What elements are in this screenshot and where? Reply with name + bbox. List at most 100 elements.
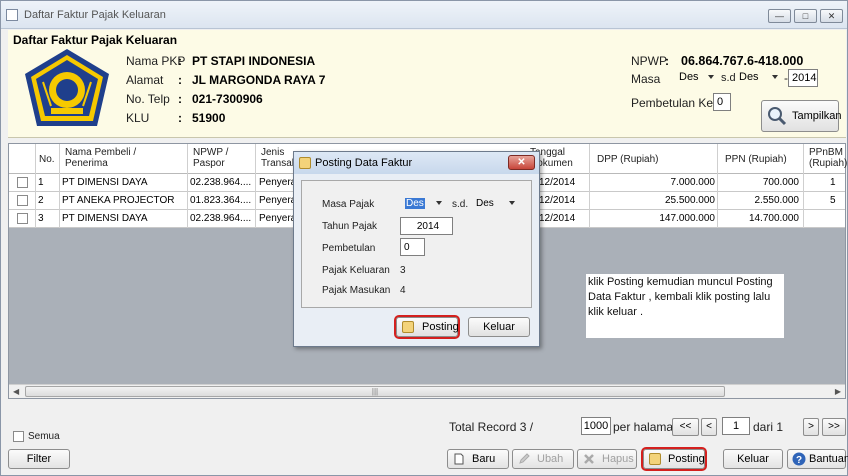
dialog-keluar-button[interactable]: Keluar: [468, 317, 530, 337]
posting-dialog: Posting Data Faktur ✕ Masa Pajak Des s.d…: [293, 151, 540, 347]
help-icon: ?: [792, 452, 806, 466]
pajak-keluaran-value: 3: [400, 265, 406, 276]
title-bar: Daftar Faktur Pajak Keluaran — □ ✕: [1, 1, 847, 29]
dialog-titlebar: Posting Data Faktur ✕: [294, 152, 539, 174]
ubah-label: Ubah: [537, 453, 564, 465]
tahun-pajak-input[interactable]: 2014: [400, 217, 453, 235]
cell-no: 1: [38, 177, 44, 188]
last-page-button[interactable]: >>: [822, 418, 846, 436]
npwp-colon: :: [665, 54, 669, 68]
col-ppn: PPN (Rupiah): [725, 154, 787, 165]
scroll-left-icon[interactable]: ◀: [13, 387, 19, 396]
tampilkan-button[interactable]: Tampilkan: [761, 100, 842, 132]
pembetulan-label: Pembetulan: [322, 243, 376, 254]
dialog-masa-from-value: Des: [405, 198, 425, 209]
first-page-button[interactable]: <<: [672, 418, 699, 436]
col-ppnbm: PPnBM (Rupiah): [809, 147, 848, 169]
npwp-label: NPWP: [631, 54, 667, 68]
chevron-down-icon: [708, 75, 714, 79]
delete-icon: [584, 454, 594, 464]
cell-tanggal: 12/2014: [539, 177, 576, 188]
telp-value: 021-7300906: [192, 92, 263, 106]
baru-label: Baru: [472, 453, 496, 465]
colon: :: [178, 111, 182, 125]
tampilkan-label: Tampilkan: [792, 110, 842, 122]
cell-tanggal: 12/2014: [539, 195, 576, 206]
window-title: Daftar Faktur Pajak Keluaran: [24, 9, 166, 21]
pembetulan-input[interactable]: 0: [713, 93, 731, 111]
column-divider: [255, 144, 256, 228]
dialog-close-button[interactable]: ✕: [508, 155, 535, 170]
dialog-posting-label: Posting: [422, 321, 459, 333]
col-npwp: NPWP / Paspor: [193, 147, 229, 169]
cell-ppn: 14.700.000: [748, 213, 799, 224]
instruction-note: klik Posting kemudian muncul Posting Dat…: [586, 274, 784, 338]
posting-button[interactable]: Posting: [641, 447, 707, 471]
cell-ppnbm: 1: [830, 177, 836, 188]
cell-dpp: 147.000.000: [659, 213, 715, 224]
close-button[interactable]: ✕: [820, 9, 843, 23]
prev-page-button[interactable]: <: [701, 418, 717, 436]
masa-sd: s.d: [721, 72, 736, 84]
pajak-keluaran-label: Pajak Keluaran: [322, 265, 390, 276]
dialog-title: Posting Data Faktur: [315, 157, 413, 169]
masa-pajak-label: Masa Pajak: [322, 199, 375, 210]
keluar-button[interactable]: Keluar: [723, 449, 783, 469]
dialog-posting-button[interactable]: Posting: [394, 315, 460, 339]
tahun-pajak-label: Tahun Pajak: [322, 221, 378, 232]
magnifier-icon: [768, 107, 787, 126]
dialog-form: Masa Pajak Des s.d. Des Tahun Pajak 2014…: [301, 180, 532, 308]
cell-ppn: 2.550.000: [754, 195, 800, 206]
total-record: Total Record 3 /: [449, 420, 534, 434]
dialog-masa-to-select[interactable]: Des: [473, 196, 519, 213]
masa-from-value: Des: [679, 71, 699, 83]
cell-npwp: 01.823.364....: [190, 195, 252, 206]
scroll-right-icon[interactable]: ▶: [835, 387, 841, 396]
cell-ppnbm: 5: [830, 195, 836, 206]
npwp-value: 06.864.767.6-418.000: [681, 54, 804, 68]
cell-nama: PT DIMENSI DAYA: [62, 177, 148, 188]
row-checkbox[interactable]: [17, 213, 28, 224]
hapus-button[interactable]: Hapus: [577, 449, 637, 469]
maximize-button[interactable]: □: [794, 9, 817, 23]
nama-value: PT STAPI INDONESIA: [192, 54, 316, 68]
scroll-thumb[interactable]: |||: [25, 386, 725, 397]
dialog-masa-from-select[interactable]: Des: [402, 196, 446, 213]
posting-label: Posting: [668, 453, 705, 465]
row-checkbox[interactable]: [17, 177, 28, 188]
minimize-button[interactable]: —: [768, 9, 791, 23]
keluar-label: Keluar: [737, 453, 769, 465]
semua-checkbox[interactable]: [13, 431, 24, 442]
app-icon: [6, 9, 18, 21]
dialog-pembetulan-input[interactable]: 0: [400, 238, 425, 256]
filter-button[interactable]: Filter: [8, 449, 70, 469]
year-input[interactable]: 2014: [788, 69, 818, 87]
cell-dpp: 7.000.000: [670, 177, 716, 188]
bantuan-button[interactable]: ? Bantuan: [787, 449, 848, 469]
posting-icon: [299, 157, 311, 169]
baru-button[interactable]: Baru: [447, 449, 509, 469]
cell-dpp: 25.500.000: [664, 195, 715, 206]
per-page-input[interactable]: 1000: [581, 417, 611, 435]
col-no: No.: [39, 154, 55, 165]
masa-from-select[interactable]: Des: [676, 70, 718, 87]
masa-to-select[interactable]: Des: [736, 70, 782, 87]
posting-icon: [402, 321, 414, 333]
hapus-label: Hapus: [602, 453, 634, 465]
page-input[interactable]: 1: [722, 417, 750, 435]
cell-no: 3: [38, 213, 44, 224]
cell-npwp: 02.238.964....: [190, 177, 252, 188]
horizontal-scrollbar[interactable]: ◀ ||| ▶: [9, 384, 845, 398]
masa-to-value: Des: [739, 71, 759, 83]
tax-logo-icon: [25, 49, 109, 126]
chevron-down-icon: [436, 201, 442, 205]
ubah-button[interactable]: Ubah: [512, 449, 574, 469]
next-page-button[interactable]: >: [803, 418, 819, 436]
row-checkbox[interactable]: [17, 195, 28, 206]
cell-nama: PT DIMENSI DAYA: [62, 213, 148, 224]
dialog-keluar-label: Keluar: [483, 321, 515, 333]
col-dpp: DPP (Rupiah): [597, 154, 659, 165]
column-divider: [803, 144, 804, 228]
pajak-masukan-value: 4: [400, 285, 406, 296]
column-divider: [59, 144, 60, 228]
